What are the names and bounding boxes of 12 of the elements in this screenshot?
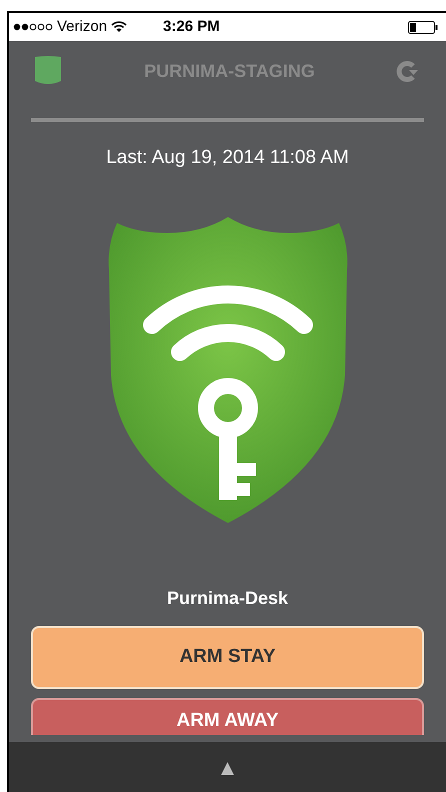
signal-icon xyxy=(13,23,53,31)
last-update-text: Last: Aug 19, 2014 11:08 AM xyxy=(105,146,350,170)
shield-icon[interactable] xyxy=(33,55,63,87)
battery-icon xyxy=(408,20,438,34)
refresh-icon[interactable] xyxy=(396,60,418,82)
expand-arrow[interactable]: ▲ xyxy=(216,750,238,784)
device-name: Purnima-Desk xyxy=(166,586,290,610)
arm-button[interactable]: ARM AWAY xyxy=(31,698,424,734)
arm-button[interactable]: ARM STAY xyxy=(31,626,424,688)
status-time: 3:26 PM xyxy=(163,16,220,37)
carrier-name: Verizon xyxy=(57,16,108,37)
wifi-icon xyxy=(111,21,128,33)
